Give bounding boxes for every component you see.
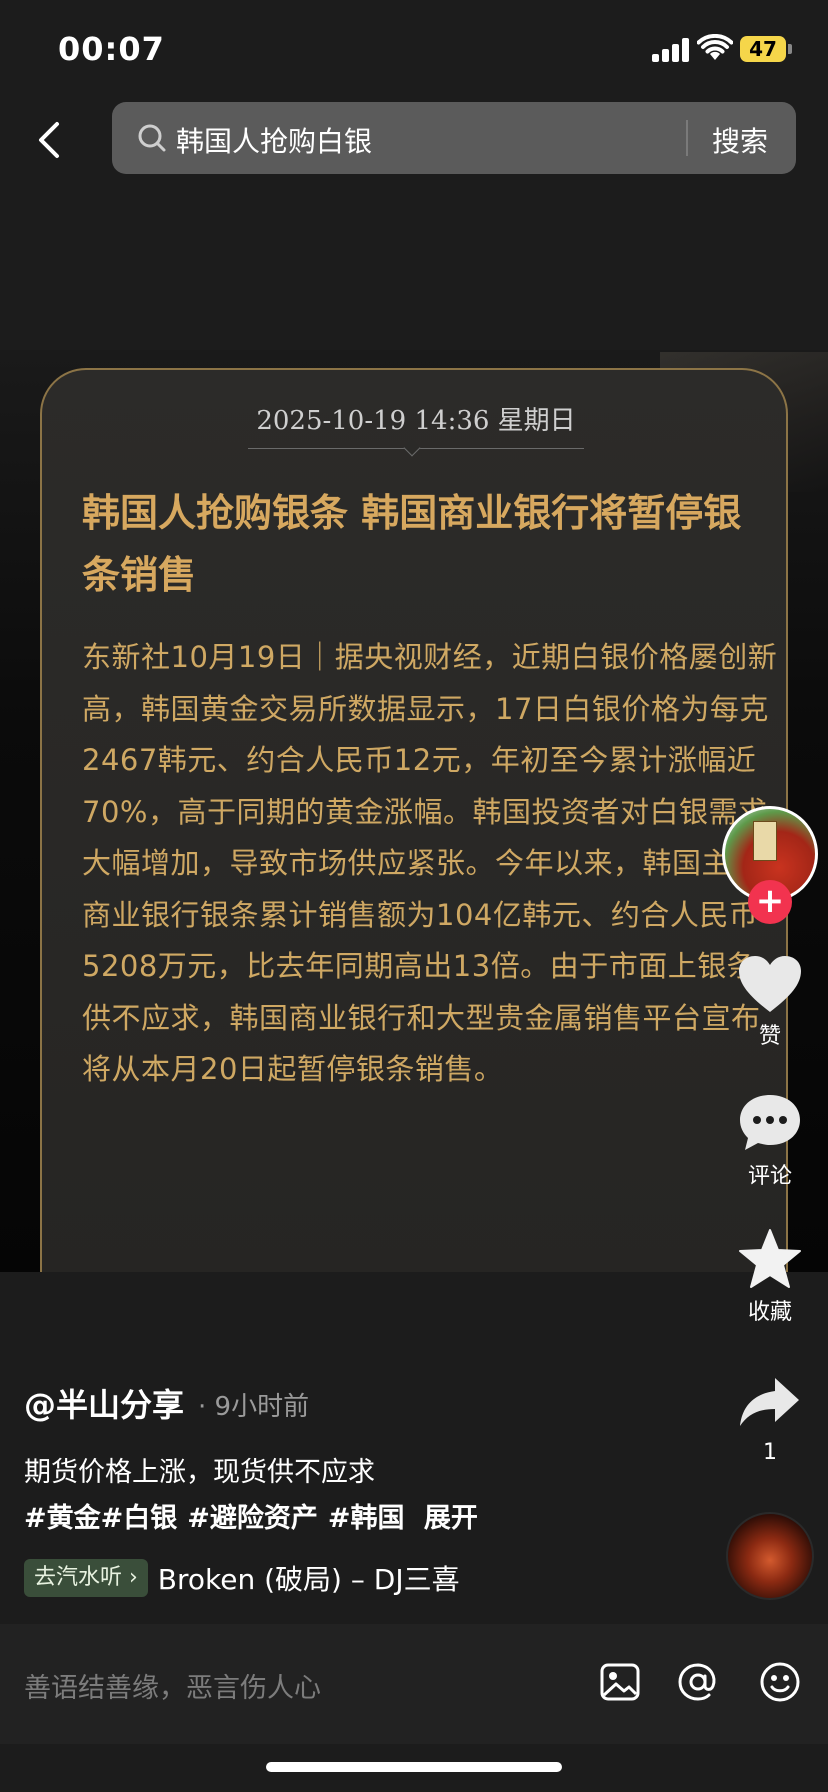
music-disc[interactable] [726, 1512, 814, 1600]
chevron-left-icon [39, 122, 59, 158]
favorite-button[interactable]: 收藏 [730, 1228, 810, 1326]
favorite-label: 收藏 [747, 1300, 792, 1325]
battery-icon: 47 [740, 36, 792, 62]
search-button[interactable]: 搜索 [712, 120, 768, 160]
news-date: 2025-10-19 14:36 星期日 [256, 406, 576, 436]
heart-icon [739, 956, 801, 1012]
home-indicator[interactable] [266, 1762, 562, 1772]
hashtag[interactable]: #避险资产 [187, 1503, 318, 1534]
search-divider [686, 120, 688, 156]
hashtag[interactable]: #白银 [101, 1503, 178, 1534]
star-icon [739, 1229, 801, 1288]
like-label: 赞 [758, 1024, 781, 1049]
hashtag[interactable]: #韩国 [328, 1503, 405, 1534]
date-divider-notch [403, 439, 421, 457]
mention-icon[interactable] [676, 1660, 720, 1704]
music-row[interactable]: 去汽水听 › Broken (破局) – DJ三喜 [24, 1558, 460, 1598]
music-app-badge[interactable]: 去汽水听 › [24, 1559, 148, 1597]
post-time: · 9小时前 [198, 1392, 310, 1422]
back-button[interactable] [26, 112, 70, 168]
caption-text: 期货价格上涨，现货供不应求 [24, 1457, 375, 1488]
hashtag[interactable]: #黄金 [24, 1503, 101, 1534]
news-body: 东新社10月19日｜据央视财经，近期白银价格屡创新高，韩国黄金交易所数据显示，1… [82, 640, 778, 1086]
comment-label: 评论 [747, 1164, 792, 1189]
like-button[interactable]: 赞 [730, 954, 810, 1050]
avatar-tag-decoration [753, 821, 777, 861]
search-icon [138, 124, 166, 152]
search-input[interactable]: 韩国人抢购白银 [176, 120, 372, 160]
battery-level: 47 [740, 36, 786, 62]
hashtag-list: #黄金#白银 #避险资产 #韩国 展开 [24, 1496, 488, 1535]
author-name[interactable]: @半山分享 [24, 1380, 184, 1426]
comment-input[interactable]: 善语结善缘，恶言伤人心 [24, 1666, 321, 1705]
status-bar: 00:07 47 [0, 0, 828, 100]
comment-button[interactable]: 评论 [730, 1092, 810, 1190]
cellular-signal-icon [652, 38, 692, 62]
emoji-icon[interactable] [758, 1660, 802, 1704]
share-button[interactable]: 1 [730, 1374, 810, 1465]
status-time: 00:07 [58, 30, 165, 68]
news-card: 2025-10-19 14:36 星期日 韩国人抢购银条 韩国商业银行将暂停银条… [40, 368, 788, 1288]
image-icon[interactable] [598, 1660, 642, 1704]
music-title[interactable]: Broken (破局) – DJ三喜 [158, 1558, 460, 1598]
news-headline: 韩国人抢购银条 韩国商业银行将暂停银条销售 [82, 490, 742, 597]
expand-button[interactable]: 展开 [424, 1503, 478, 1534]
wifi-icon [697, 34, 733, 60]
share-arrow-icon [740, 1378, 799, 1426]
video-screen: 00:07 47 韩国人抢购白银 搜索 2025-10-19 14:36 星期日… [0, 0, 828, 1792]
comment-bar: 善语结善缘，恶言伤人心 [0, 1624, 828, 1744]
follow-button[interactable]: + [748, 880, 792, 924]
share-count: 1 [763, 1440, 777, 1465]
comment-icon [740, 1095, 800, 1150]
search-bar[interactable]: 韩国人抢购白银 搜索 [112, 102, 796, 174]
